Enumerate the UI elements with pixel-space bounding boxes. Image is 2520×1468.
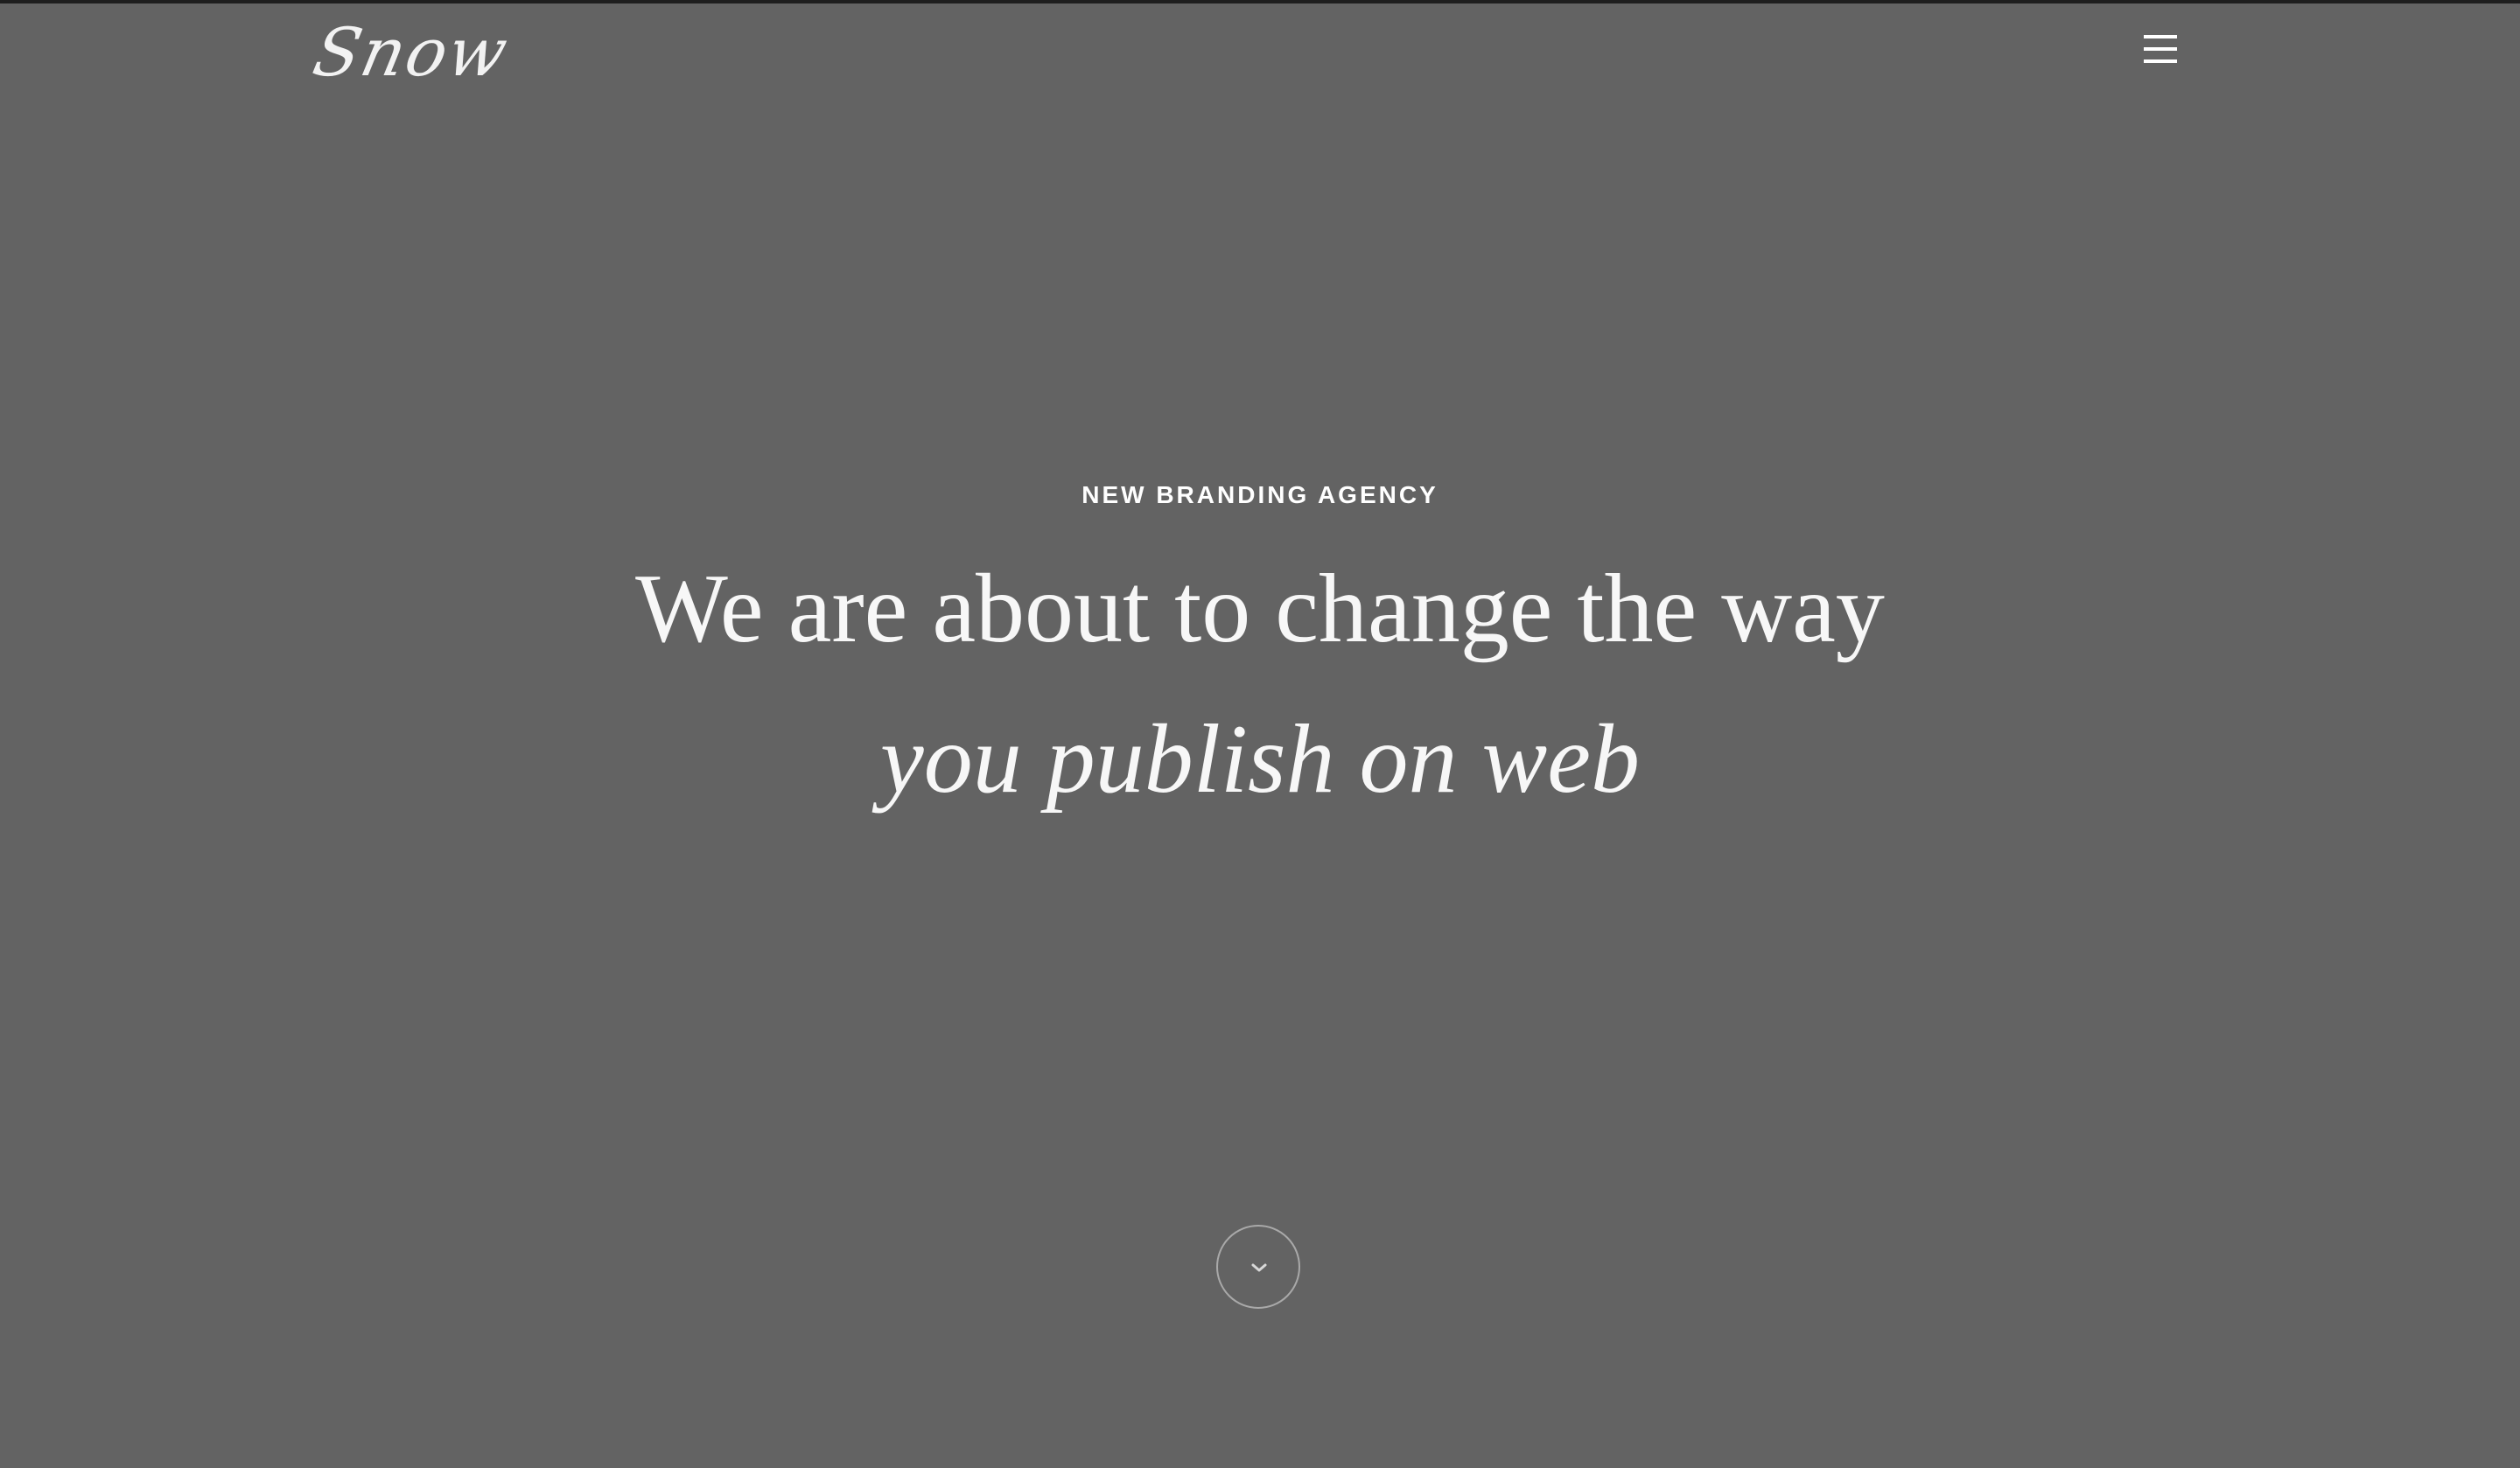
hamburger-menu-button[interactable] [2140,31,2180,66]
site-logo[interactable]: Snow [305,9,516,96]
hero-section: NEW BRANDING AGENCY We are about to chan… [0,464,2520,819]
scroll-down-button[interactable] [1216,1225,1300,1309]
chevron-down-icon [1251,1263,1267,1272]
hero-headline-line1: We are about to change the way [635,555,1885,663]
hero-eyebrow: NEW BRANDING AGENCY [1082,481,1438,508]
top-border-line [0,0,2520,3]
hero-headline-line2: you publish on web [880,705,1640,814]
